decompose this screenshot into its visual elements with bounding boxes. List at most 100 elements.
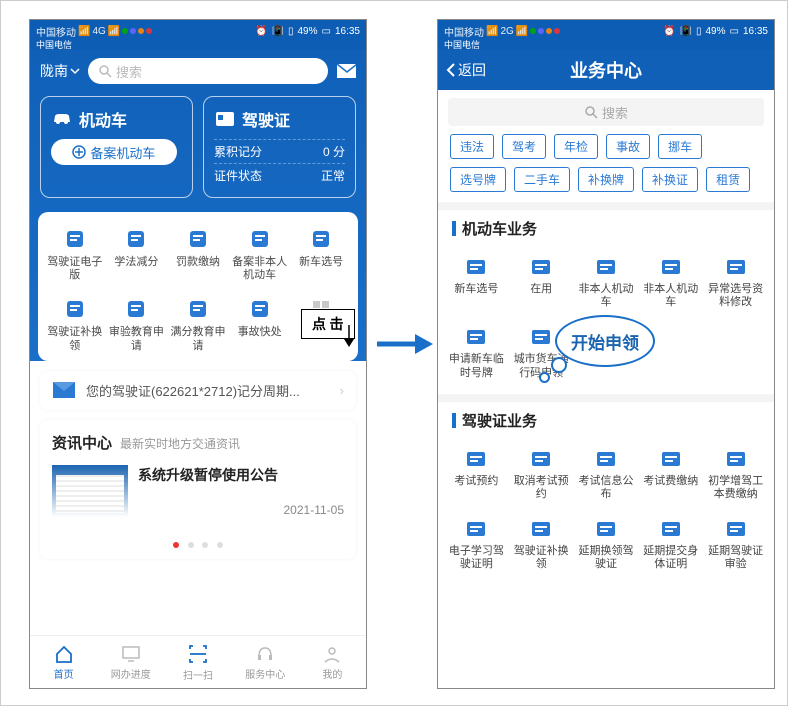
service-newcar[interactable]: 新车选号 (444, 247, 509, 317)
news-item[interactable]: 系统升级暂停使用公告 2021-11-05 (40, 457, 356, 529)
news-date: 2021-11-05 (138, 503, 344, 517)
service-record-other[interactable]: 备案非本人机动车 (229, 226, 291, 282)
category-chips: 违法驾考年检事故挪车选号牌二手车补换牌补换证租赁 (438, 134, 774, 202)
record-other-icon (229, 226, 291, 252)
chip-补换牌[interactable]: 补换牌 (578, 167, 634, 192)
service-lic-renew2[interactable]: 驾驶证补换领 (509, 509, 574, 579)
exam-info-icon (574, 447, 639, 471)
scan-icon (187, 643, 209, 665)
notice-text: 您的驾驶证(622621*2712)记分周期... (86, 381, 330, 400)
exam-cancel-icon (509, 447, 574, 471)
license-e-icon (44, 226, 106, 252)
news-sub: 最新实时地方交通资讯 (120, 437, 240, 451)
tab-service[interactable]: 服务中心 (232, 636, 299, 688)
nav-bar: 返回 业务中心 (438, 50, 774, 90)
tab-home[interactable]: 首页 (30, 636, 97, 688)
service-estudy[interactable]: 电子学习驾驶证明 (444, 509, 509, 579)
mail-icon[interactable] (336, 63, 356, 79)
chip-驾考[interactable]: 驾考 (502, 134, 546, 159)
ext-renew-icon (574, 517, 639, 541)
service-license-e[interactable]: 驾驶证电子版 (44, 226, 106, 282)
status-bar-2: 中国电信 (438, 38, 774, 50)
apply-temp-icon (444, 325, 509, 349)
location-selector[interactable]: 陇南 (40, 61, 80, 81)
license-card: 驾驶证 累积记分0 分 证件状态正常 (203, 96, 356, 198)
accident-fast-icon (229, 296, 291, 322)
chip-租赁[interactable]: 租赁 (706, 167, 750, 192)
page-title: 业务中心 (570, 57, 642, 83)
service-backup[interactable]: 非本人机动车 (638, 247, 703, 317)
service-law-deduct[interactable]: 学法减分 (106, 226, 168, 282)
news-thumb (52, 465, 128, 517)
annotation-arrow-down (341, 323, 373, 363)
service-exam-fee[interactable]: 考试费缴纳 (638, 439, 703, 509)
estudy-icon (444, 517, 509, 541)
service-ext-check[interactable]: 延期驾驶证审验 (703, 509, 768, 579)
license-service-grid: 考试预约取消考试预约考试信息公布考试费缴纳初学增驾工本费缴纳电子学习驾驶证明驾驶… (438, 433, 774, 586)
service-apply-temp[interactable]: 申请新车临时号牌 (444, 317, 509, 387)
fullscore-edu-icon (167, 296, 229, 322)
lic-renew2-icon (509, 517, 574, 541)
phone-home: 中国移动📶 4G📶 ⏰📳 ▯49%▭16:35 中国电信 陇南 搜索 (29, 19, 367, 689)
license-renew-icon (44, 296, 106, 322)
service-ext-body[interactable]: 延期提交身体证明 (638, 509, 703, 579)
chip-补换证[interactable]: 补换证 (642, 167, 698, 192)
inuse-icon (509, 255, 574, 279)
news-header: 资讯中心 (52, 435, 112, 452)
section-vehicle: 机动车业务 (438, 202, 774, 241)
notice-card[interactable]: 您的驾驶证(622621*2712)记分周期... › (40, 371, 356, 410)
service-first-add[interactable]: 初学增驾工本费缴纳 (703, 439, 768, 509)
tab-progress[interactable]: 网办进度 (97, 636, 164, 688)
service-exam-info[interactable]: 考试信息公布 (574, 439, 639, 509)
service-inuse[interactable]: 在用 (509, 247, 574, 317)
ext-body-icon (638, 517, 703, 541)
service-ext-renew[interactable]: 延期换领驾驶证 (574, 509, 639, 579)
user-icon (322, 644, 342, 664)
abnormal-icon (703, 255, 768, 279)
service-exam-cancel[interactable]: 取消考试预约 (509, 439, 574, 509)
vehicle-title: 机动车 (79, 107, 127, 131)
car-icon (51, 108, 73, 130)
home-icon (54, 644, 74, 664)
chip-违法[interactable]: 违法 (450, 134, 494, 159)
search-icon (584, 105, 598, 119)
news-title: 系统升级暂停使用公告 (138, 465, 344, 485)
newcar-icon (444, 255, 509, 279)
service-fine-pay[interactable]: 罚款缴纳 (167, 226, 229, 282)
register-vehicle-button[interactable]: 备案机动车 (51, 139, 177, 165)
fine-pay-icon (167, 226, 229, 252)
service-exam-edu[interactable]: 审验教育申请 (106, 296, 168, 352)
service-abnormal[interactable]: 异常选号资料修改 (703, 247, 768, 317)
law-deduct-icon (106, 226, 168, 252)
search-icon (98, 64, 112, 78)
ext-check-icon (703, 517, 768, 541)
service-newcar-num[interactable]: 新车选号 (290, 226, 352, 282)
exam-edu-icon (106, 296, 168, 322)
chip-事故[interactable]: 事故 (606, 134, 650, 159)
temp-icon (574, 255, 639, 279)
tab-me[interactable]: 我的 (299, 636, 366, 688)
pager-dots (40, 529, 356, 559)
chip-二手车[interactable]: 二手车 (514, 167, 570, 192)
exam-fee-icon (638, 447, 703, 471)
service-exam-book[interactable]: 考试预约 (444, 439, 509, 509)
service-license-renew[interactable]: 驾驶证补换领 (44, 296, 106, 352)
tab-scan[interactable]: 扫一扫 (164, 636, 231, 688)
news-card: 资讯中心最新实时地方交通资讯 系统升级暂停使用公告 2021-11-05 (40, 420, 356, 559)
chip-年检[interactable]: 年检 (554, 134, 598, 159)
chip-挪车[interactable]: 挪车 (658, 134, 702, 159)
annotation-bubble: 开始申领 (555, 315, 655, 367)
annotation-arrow-right (375, 331, 435, 357)
service-temp[interactable]: 非本人机动车 (574, 247, 639, 317)
back-button[interactable]: 返回 (446, 60, 486, 80)
status-bar-2: 中国电信 (30, 38, 366, 50)
search-input[interactable]: 搜索 (448, 98, 764, 126)
monitor-icon (121, 644, 141, 664)
chip-选号牌[interactable]: 选号牌 (450, 167, 506, 192)
vehicle-card: 机动车 备案机动车 (40, 96, 193, 198)
exam-book-icon (444, 447, 509, 471)
search-input[interactable]: 搜索 (88, 58, 328, 84)
service-accident-fast[interactable]: 事故快处 (229, 296, 291, 352)
tab-bar: 首页 网办进度 扫一扫 服务中心 我的 (30, 635, 366, 688)
service-fullscore-edu[interactable]: 满分教育申请 (167, 296, 229, 352)
